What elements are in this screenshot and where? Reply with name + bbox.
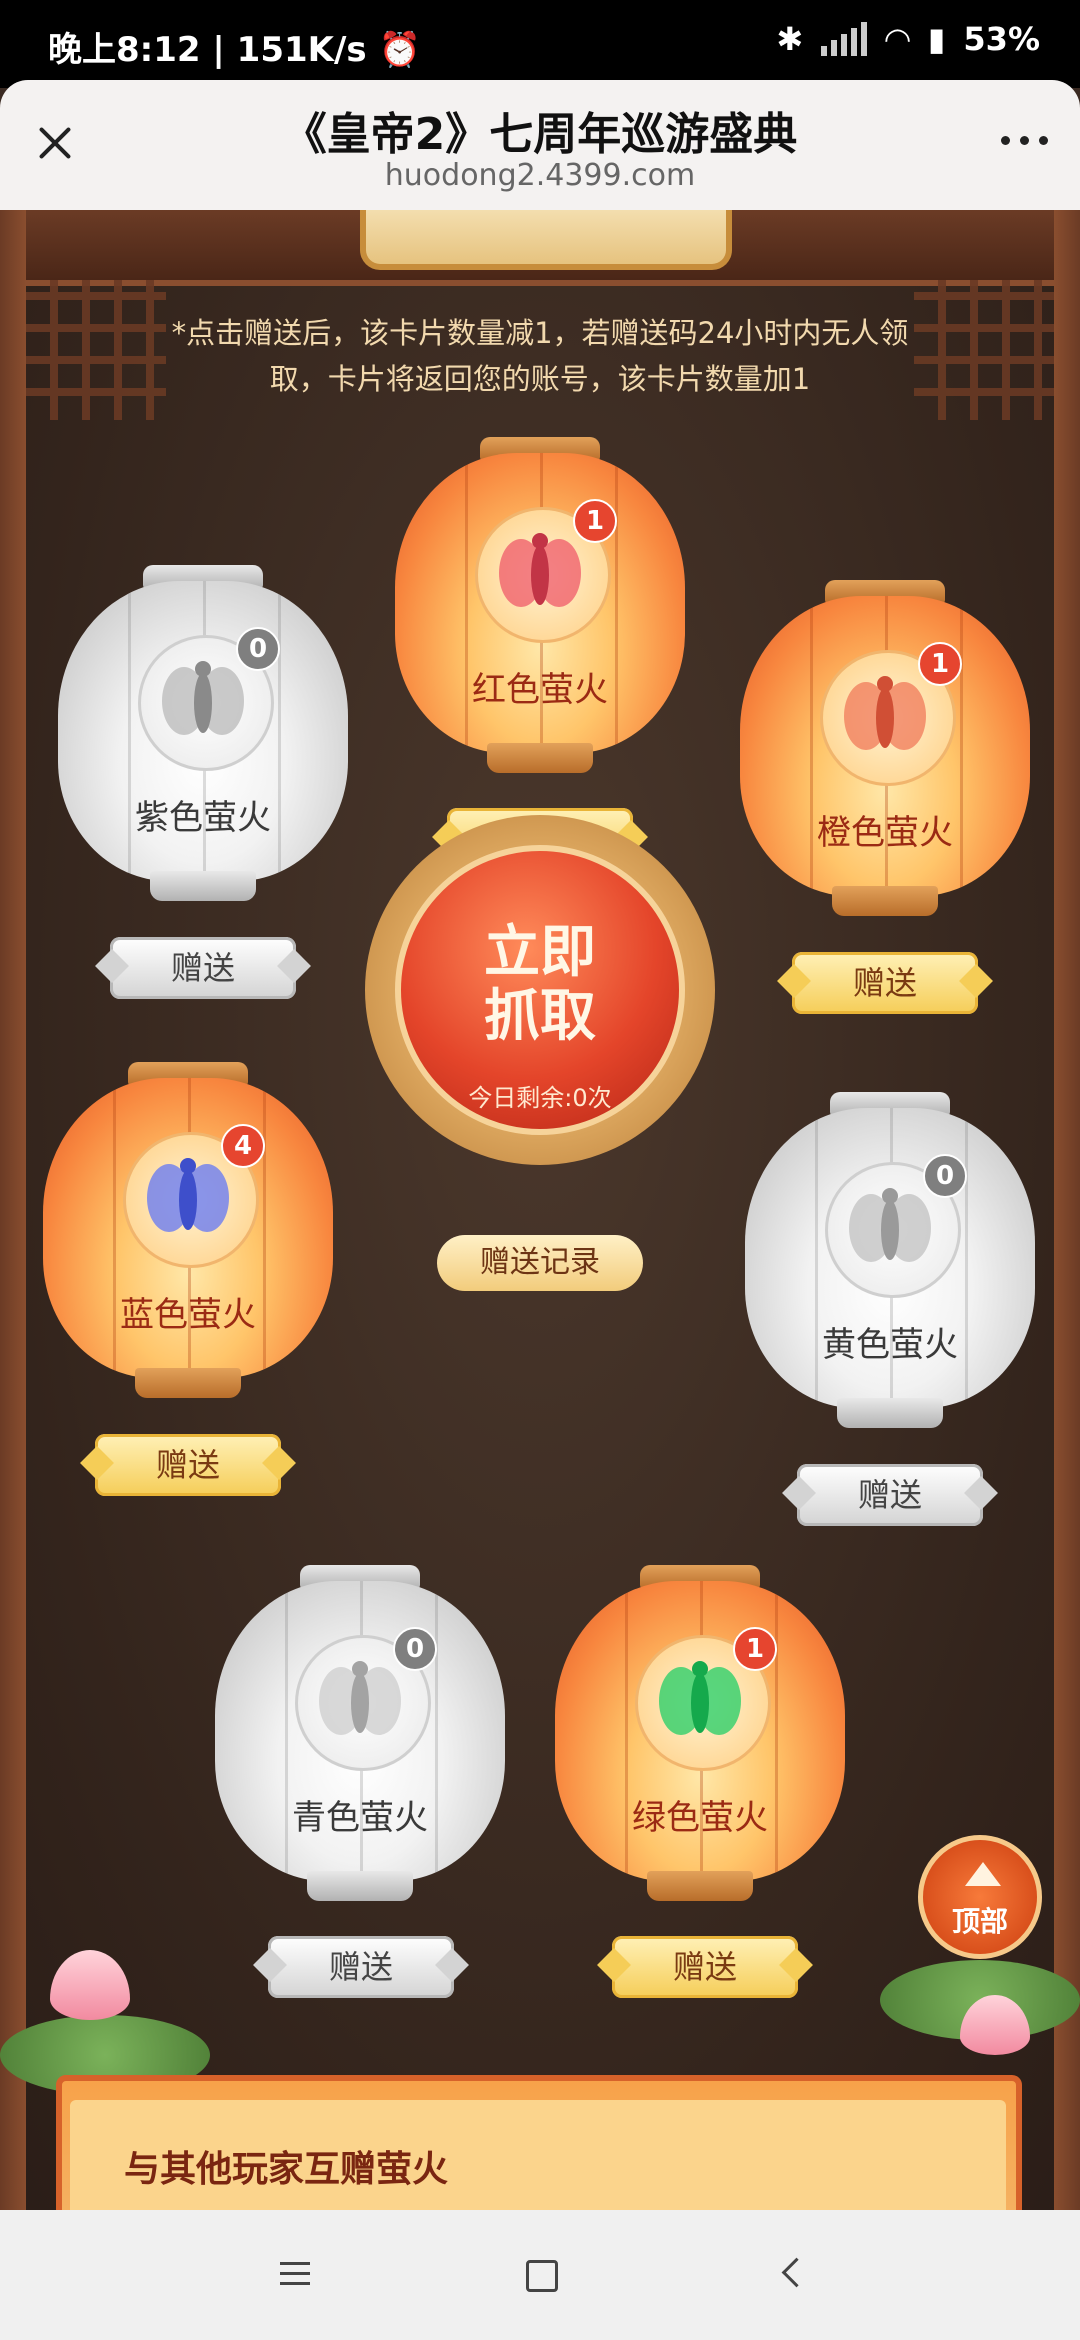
firefly-icon <box>499 533 581 607</box>
firefly-icon <box>147 1158 229 1232</box>
send-button-yellow[interactable]: 赠送 <box>797 1464 983 1526</box>
battery-icon: ▮ <box>927 20 946 58</box>
firefly-icon <box>162 661 244 735</box>
count-badge: 1 <box>733 1627 777 1671</box>
status-time: 晚上8:12 | 151K/s ⏰ <box>48 22 421 71</box>
firefly-icon <box>659 1661 741 1735</box>
browser-header: 《皇帝2》七周年巡游盛典 huodong2.4399.com <box>0 80 1080 210</box>
more-options-icon[interactable] <box>1001 136 1048 145</box>
lantern-green: 1 绿色萤火 <box>555 1565 845 1915</box>
count-badge: 0 <box>236 627 280 671</box>
lattice-decoration-left <box>26 280 166 420</box>
send-record-button[interactable]: 赠送记录 <box>437 1235 643 1291</box>
page-url: huodong2.4399.com <box>384 158 696 193</box>
firefly-icon <box>844 676 926 750</box>
lantern-name: 绿色萤火 <box>632 1798 768 1838</box>
lantern-purple: 0 紫色萤火 <box>58 565 348 915</box>
gift-notice: *点击赠送后，该卡片数量减1，若赠送码24小时内无人领取，卡片将返回您的账号，该… <box>171 316 909 396</box>
status-bar: 晚上8:12 | 151K/s ⏰ ✱ ◠ ▮ 53% <box>0 0 1080 88</box>
wooden-frame-left <box>0 210 26 2210</box>
page-title: 《皇帝2》七周年巡游盛典 <box>282 109 798 160</box>
remaining-count-text: 今日剩余:0次 <box>468 1084 612 1112</box>
lantern-red: 1 红色萤火 <box>395 437 685 787</box>
lantern-name: 紫色萤火 <box>135 798 271 838</box>
menu-icon[interactable] <box>280 2262 310 2292</box>
send-button-blue[interactable]: 赠送 <box>95 1434 281 1496</box>
firefly-icon <box>849 1188 931 1262</box>
send-button-green[interactable]: 赠送 <box>612 1936 798 1998</box>
lantern-yellow: 0 黄色萤火 <box>745 1092 1035 1442</box>
send-button-orange[interactable]: 赠送 <box>792 952 978 1014</box>
lantern-orange: 1 橙色萤火 <box>740 580 1030 930</box>
lantern-name: 橙色萤火 <box>817 813 953 853</box>
up-arrow-icon <box>965 1862 1001 1886</box>
panel-title: 与其他玩家互赠萤火 <box>124 2149 449 2190</box>
time-network-text: 晚上8:12 | 151K/s <box>48 30 367 70</box>
grab-now-label[interactable]: 立即 抓取 <box>395 920 685 1048</box>
lantern-name: 蓝色萤火 <box>120 1295 256 1335</box>
status-icons: ✱ ◠ ▮ 53% <box>776 20 1040 58</box>
count-badge: 1 <box>573 499 617 543</box>
title-plaque <box>360 210 732 270</box>
battery-percent: 53% <box>963 20 1040 58</box>
back-icon[interactable] <box>781 2257 812 2288</box>
lantern-name: 黄色萤火 <box>822 1325 958 1365</box>
system-nav-bar <box>0 2210 1080 2340</box>
bluetooth-icon: ✱ <box>776 20 804 58</box>
count-badge: 0 <box>393 1627 437 1671</box>
alarm-icon: ⏰ <box>378 30 421 70</box>
count-badge: 0 <box>923 1154 967 1198</box>
home-icon[interactable] <box>526 2260 558 2292</box>
lantern-cyan: 0 青色萤火 <box>215 1565 505 1915</box>
firefly-icon <box>319 1661 401 1735</box>
signal-icon <box>821 22 868 56</box>
lattice-decoration-right <box>914 280 1054 420</box>
count-badge: 1 <box>918 642 962 686</box>
lantern-blue: 4 蓝色萤火 <box>43 1062 333 1412</box>
wifi-icon: ◠ <box>885 20 910 58</box>
back-to-top-button[interactable]: 顶部 <box>918 1835 1042 1959</box>
lantern-name: 红色萤火 <box>472 670 608 710</box>
count-badge: 4 <box>221 1124 265 1168</box>
lantern-name: 青色萤火 <box>292 1798 428 1838</box>
send-button-cyan[interactable]: 赠送 <box>268 1936 454 1998</box>
send-button-purple[interactable]: 赠送 <box>110 937 296 999</box>
wooden-frame-right <box>1054 210 1080 2210</box>
